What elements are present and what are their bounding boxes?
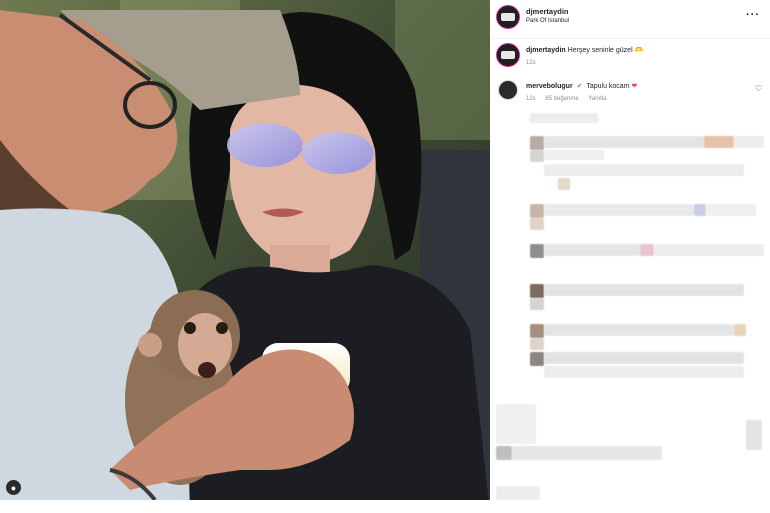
reply-button[interactable]: Yanıtla [588, 96, 606, 102]
user-tag-icon[interactable]: ● [6, 480, 21, 495]
comment-meta: 12s 85 beğenme Yanıtla [526, 96, 615, 102]
caption-text: Herşey seninle güzel 🫶 [567, 47, 644, 54]
post-photo-illustration [0, 0, 490, 513]
verified-badge-icon: ✔ [576, 83, 583, 90]
post-header: djmertaydin Park Of Istanbul ··· [490, 0, 770, 39]
comment-time: 12s [526, 96, 536, 102]
comment-username[interactable]: mervebolugur [526, 83, 573, 90]
post-side-panel: djmertaydin Park Of Istanbul ··· djmerta… [490, 0, 770, 513]
post-photo[interactable]: ● [0, 0, 490, 513]
heart-emoji-icon: ❤ [631, 83, 638, 90]
more-horizontal-icon[interactable]: ··· [746, 9, 760, 21]
caption-username[interactable]: djmertaydin [526, 47, 566, 54]
author-avatar[interactable] [496, 5, 520, 29]
caption-meta: 12s [526, 60, 544, 66]
comment-text: Tapulu kocam [586, 83, 630, 90]
caption-line: djmertaydin Herşey seninle güzel 🫶 [526, 46, 643, 54]
commenter-avatar[interactable] [498, 80, 518, 100]
comment-likes[interactable]: 85 beğenme [545, 96, 578, 102]
comment-like-icon[interactable]: ♡ [755, 84, 762, 93]
caption-time: 12s [526, 60, 536, 66]
caption-avatar[interactable] [496, 43, 520, 67]
comment-line: mervebolugur ✔ Tapulu kocam ❤ [526, 82, 637, 90]
post-location[interactable]: Park Of Istanbul [526, 18, 569, 24]
author-username[interactable]: djmertaydin [526, 7, 569, 16]
